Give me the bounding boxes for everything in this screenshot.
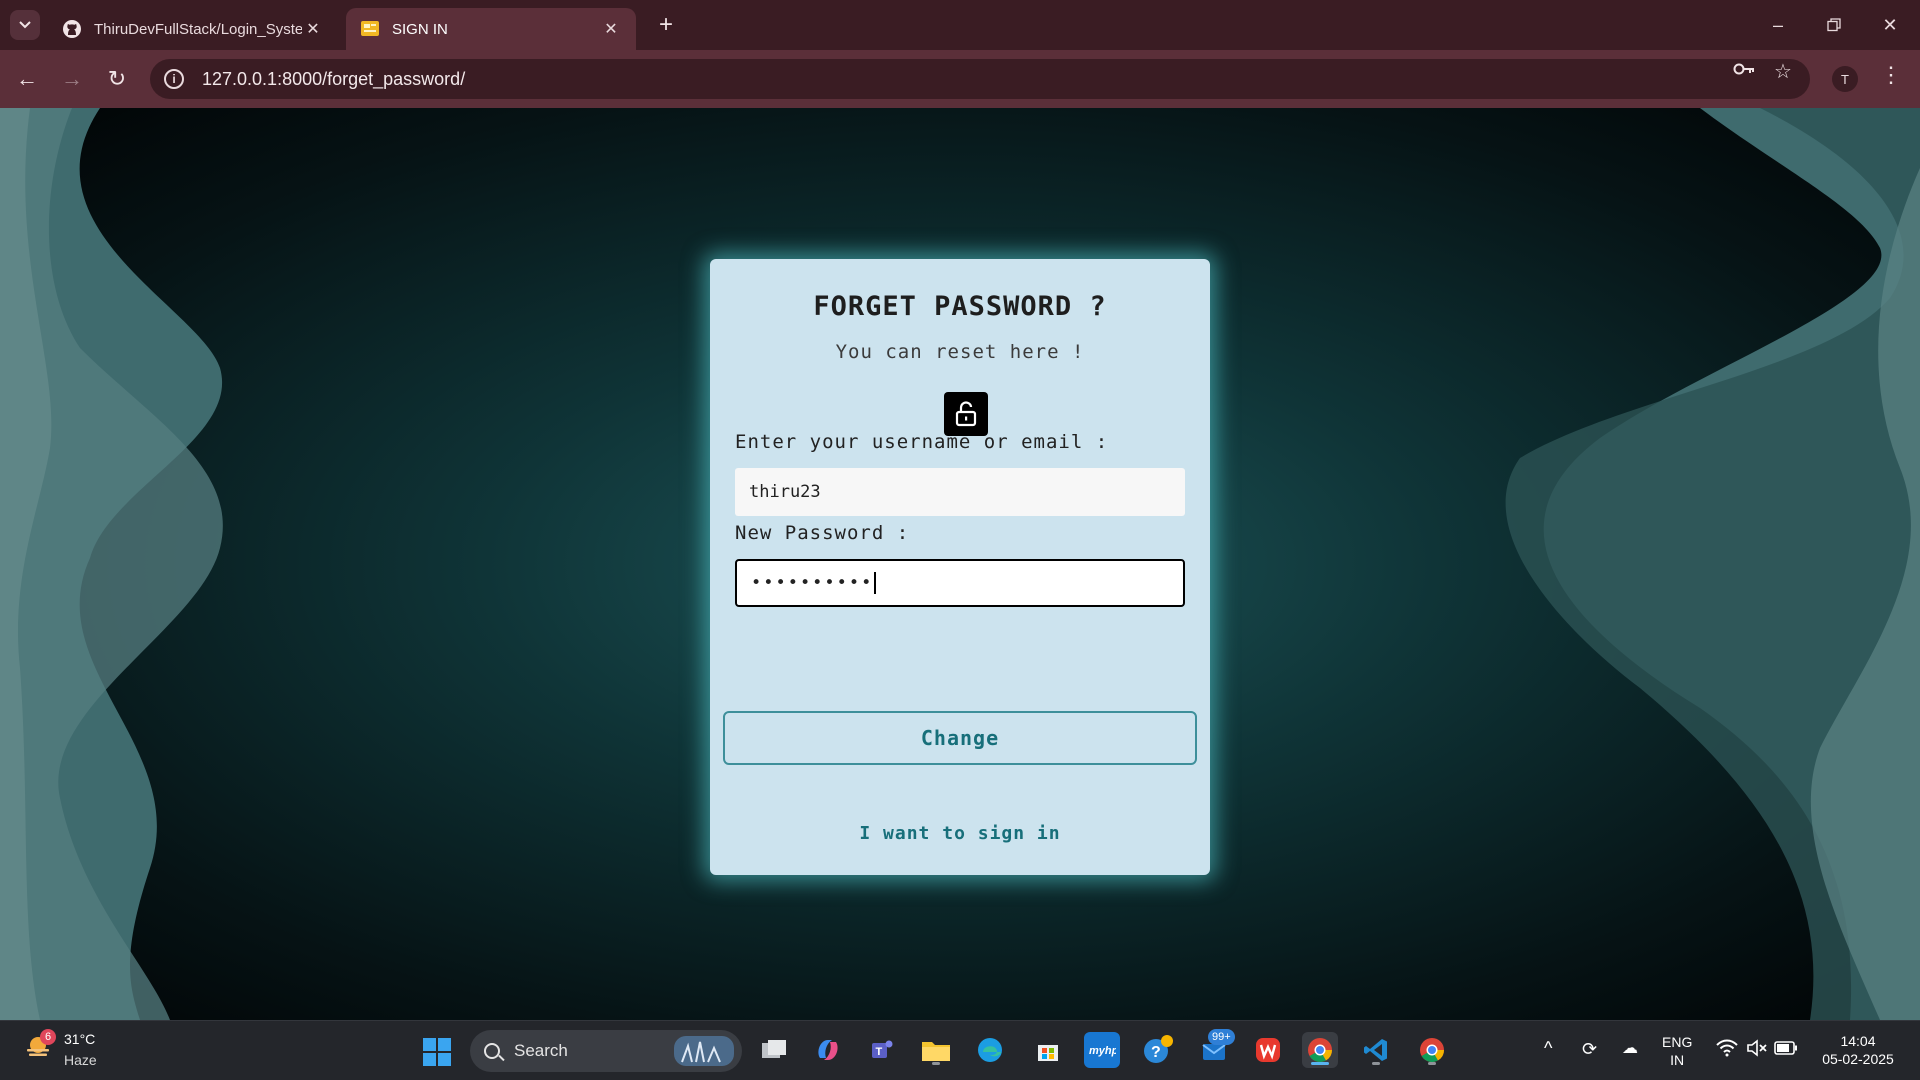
svg-text:?: ? — [1151, 1044, 1161, 1061]
sync-icon[interactable]: ⟳ — [1582, 1040, 1597, 1058]
new-tab-plus-icon[interactable]: + — [652, 12, 680, 40]
more-menu-icon[interactable]: ⋮ — [1880, 62, 1902, 88]
weather-temperature[interactable]: 31°C — [64, 1031, 95, 1047]
tab-search-button[interactable] — [10, 10, 40, 40]
minimize-icon[interactable]: – — [1760, 10, 1796, 40]
site-icon — [360, 19, 380, 39]
sign-in-link[interactable]: I want to sign in — [710, 823, 1210, 844]
myhp-icon[interactable]: myhp — [1084, 1032, 1120, 1068]
tab-strip: ThiruDevFullStack/Login_System ✕ SIGN IN… — [0, 0, 1920, 50]
address-bar[interactable]: i 127.0.0.1:8000/forget_password/ — [150, 59, 1810, 99]
svg-text:T: T — [876, 1046, 883, 1058]
wps-office-icon[interactable] — [1250, 1032, 1286, 1068]
unlock-icon — [944, 392, 988, 436]
back-arrow-icon[interactable]: ← — [12, 64, 42, 94]
copilot-icon[interactable] — [810, 1032, 846, 1068]
forward-arrow-icon[interactable]: → — [57, 64, 87, 94]
username-input[interactable]: thiru23 — [735, 468, 1185, 516]
search-icon — [484, 1043, 500, 1059]
file-explorer-icon[interactable] — [918, 1032, 954, 1068]
app-running-indicator — [1428, 1062, 1436, 1065]
window-close-icon[interactable]: ✕ — [1872, 10, 1908, 40]
site-info-icon[interactable]: i — [164, 69, 184, 89]
page-subtitle: You can reset here ! — [835, 341, 1085, 363]
svg-text:myhp: myhp — [1089, 1045, 1116, 1057]
app-running-indicator — [932, 1062, 940, 1065]
vscode-icon[interactable] — [1358, 1032, 1394, 1068]
clock-date: 05-02-2025 — [1822, 1051, 1894, 1067]
reset-password-card: FORGET PASSWORD ? You can reset here ! E… — [710, 259, 1210, 875]
language-region: IN — [1670, 1052, 1685, 1068]
new-password-label: New Password : — [735, 522, 910, 544]
clock-time: 14:04 — [1840, 1033, 1876, 1049]
app-running-indicator — [1372, 1062, 1380, 1065]
app-active-indicator — [1311, 1062, 1329, 1065]
volume-muted-icon[interactable] — [1746, 1039, 1768, 1061]
github-icon — [62, 19, 82, 39]
search-highlight-art — [674, 1036, 734, 1066]
search-label: Search — [514, 1041, 568, 1060]
battery-icon[interactable] — [1774, 1040, 1798, 1060]
username-value: thiru23 — [749, 482, 821, 502]
change-button[interactable]: Change — [723, 711, 1197, 765]
text-caret — [874, 572, 877, 594]
tab-github[interactable]: ThiruDevFullStack/Login_System ✕ — [48, 8, 338, 50]
chevron-down-icon — [19, 21, 31, 29]
password-key-icon[interactable] — [1732, 59, 1756, 85]
weather-badge: 6 — [40, 1029, 56, 1045]
page-title: FORGET PASSWORD ? — [813, 291, 1107, 322]
clock[interactable]: 14:04 05-02-2025 — [1812, 1032, 1904, 1068]
profile-avatar[interactable]: T — [1832, 66, 1858, 92]
notification-count-badge: 99+ — [1208, 1029, 1235, 1045]
browser-toolbar: ← → ↻ i 127.0.0.1:8000/forget_password/ … — [0, 50, 1920, 108]
wifi-icon[interactable] — [1716, 1039, 1738, 1061]
weather-description[interactable]: Haze — [64, 1052, 97, 1068]
username-label: Enter your username or email : — [735, 431, 1109, 453]
edge-icon[interactable] — [972, 1032, 1008, 1068]
language-indicator[interactable]: ENG IN — [1662, 1033, 1692, 1069]
page-viewport: FORGET PASSWORD ? You can reset here ! E… — [0, 108, 1920, 1020]
tab-title: SIGN IN — [392, 20, 448, 38]
chrome-icon[interactable] — [1302, 1032, 1338, 1068]
windows-start-icon[interactable] — [422, 1037, 452, 1067]
teams-icon[interactable]: T — [864, 1032, 900, 1068]
get-help-icon[interactable]: ? — [1140, 1032, 1176, 1068]
language-code: ENG — [1662, 1034, 1693, 1050]
taskbar-search[interactable]: Search — [470, 1030, 742, 1072]
onedrive-error-icon[interactable]: ☁ — [1622, 1040, 1638, 1058]
task-view-icon[interactable] — [756, 1032, 792, 1068]
bookmark-star-icon[interactable]: ☆ — [1774, 59, 1792, 84]
microsoft-store-icon[interactable] — [1030, 1032, 1066, 1068]
close-icon[interactable]: ✕ — [600, 19, 622, 39]
new-password-input[interactable]: •••••••••• — [735, 559, 1185, 607]
restore-icon[interactable] — [1816, 10, 1852, 40]
close-icon[interactable]: ✕ — [302, 19, 324, 39]
chrome-profile-icon[interactable] — [1414, 1032, 1450, 1068]
url-text: 127.0.0.1:8000/forget_password/ — [202, 68, 466, 89]
tab-title: ThiruDevFullStack/Login_System — [94, 20, 302, 38]
reload-icon[interactable]: ↻ — [102, 64, 132, 94]
tab-sign-in[interactable]: SIGN IN ✕ — [346, 8, 636, 50]
password-value: •••••••••• — [751, 573, 874, 593]
show-hidden-icons-chevron-icon[interactable]: ^ — [1544, 1039, 1552, 1057]
taskbar: 6 31°C Haze Search T myhp ? 99+ ^ ⟳ ☁ EN… — [0, 1020, 1920, 1080]
